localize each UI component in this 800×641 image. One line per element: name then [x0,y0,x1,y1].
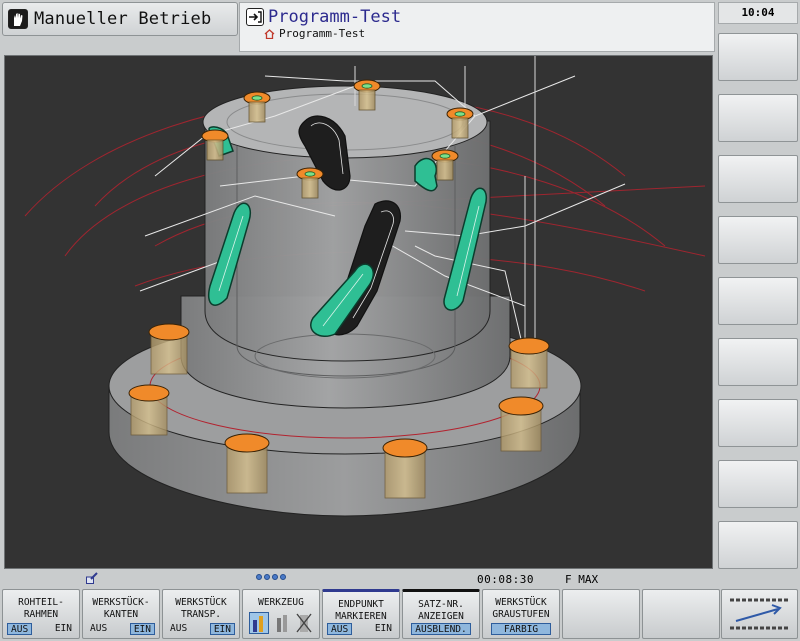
home-icon [264,28,275,39]
switch-workpiece-grayscale: FARBIG [487,623,555,635]
tool-gray-icon [277,615,287,632]
switch-mark-endpoint: AUS EIN [327,623,395,635]
machine-mode-tab[interactable]: Manueller Betrieb [2,2,238,36]
program-mode-tab[interactable]: Programm-Test Programm-Test [239,2,715,52]
switch-show-block-number: AUSBLEND. [407,623,475,635]
status-bar: 00:08:30 F MAX [0,571,715,588]
vertical-softkey-4[interactable] [718,216,798,264]
vertical-softkey-3[interactable] [718,155,798,203]
manual-hand-icon [8,9,28,29]
arrow-next-icon [730,598,790,630]
machine-mode-title: Manueller Betrieb [34,9,212,29]
softkey-show-block-number[interactable]: SATZ-NR. ANZEIGEN AUSBLEND. [402,589,480,639]
workpiece-3d-view [24,56,706,517]
program-mode-title: Programm-Test [268,7,402,27]
clock: 10:04 [718,2,798,24]
switch-workpiece-transparent: AUS EIN [167,623,235,635]
softkey-mark-endpoint[interactable]: ENDPUNKT MARKIEREN AUS EIN [322,589,400,639]
program-run-icon [246,8,264,26]
softkey-row-indicator [256,574,286,580]
switch-workpiece-edges: AUS EIN [87,623,155,635]
switch-blank-frame: AUS EIN [7,623,75,635]
vertical-softkey-1[interactable] [718,33,798,81]
softkey-tool[interactable]: WERKZEUG [242,589,320,639]
vertical-softkey-9[interactable] [718,521,798,569]
tool-hidden-icon [296,613,312,633]
simulation-viewport[interactable] [4,55,713,569]
tool-display-options [249,610,313,634]
program-path: Programm-Test [264,27,365,40]
vertical-softkey-5[interactable] [718,277,798,325]
run-time: 00:08:30 [477,573,534,586]
softkey-workpiece-transparent[interactable]: WERKSTÜCK TRANSP. AUS EIN [162,589,240,639]
edit-pencil-icon [86,572,98,587]
softkey-empty-2[interactable] [642,589,720,639]
vertical-softkey-2[interactable] [718,94,798,142]
softkey-blank-frame[interactable]: ROHTEIL- RAHMEN AUS EIN [2,589,80,639]
softkey-empty-1[interactable] [562,589,640,639]
vertical-softkey-6[interactable] [718,338,798,386]
vertical-softkey-7[interactable] [718,399,798,447]
next-softkey-row-button[interactable] [721,589,798,639]
vertical-softkey-8[interactable] [718,460,798,508]
feed-rate: F MAX [565,573,599,586]
softkey-workpiece-grayscale[interactable]: WERKSTÜCK GRAUSTUFEN FARBIG [482,589,560,639]
program-name: Programm-Test [279,27,366,40]
tool-colored-icon [249,612,269,634]
softkey-workpiece-edges[interactable]: WERKSTÜCK- KANTEN AUS EIN [82,589,160,639]
